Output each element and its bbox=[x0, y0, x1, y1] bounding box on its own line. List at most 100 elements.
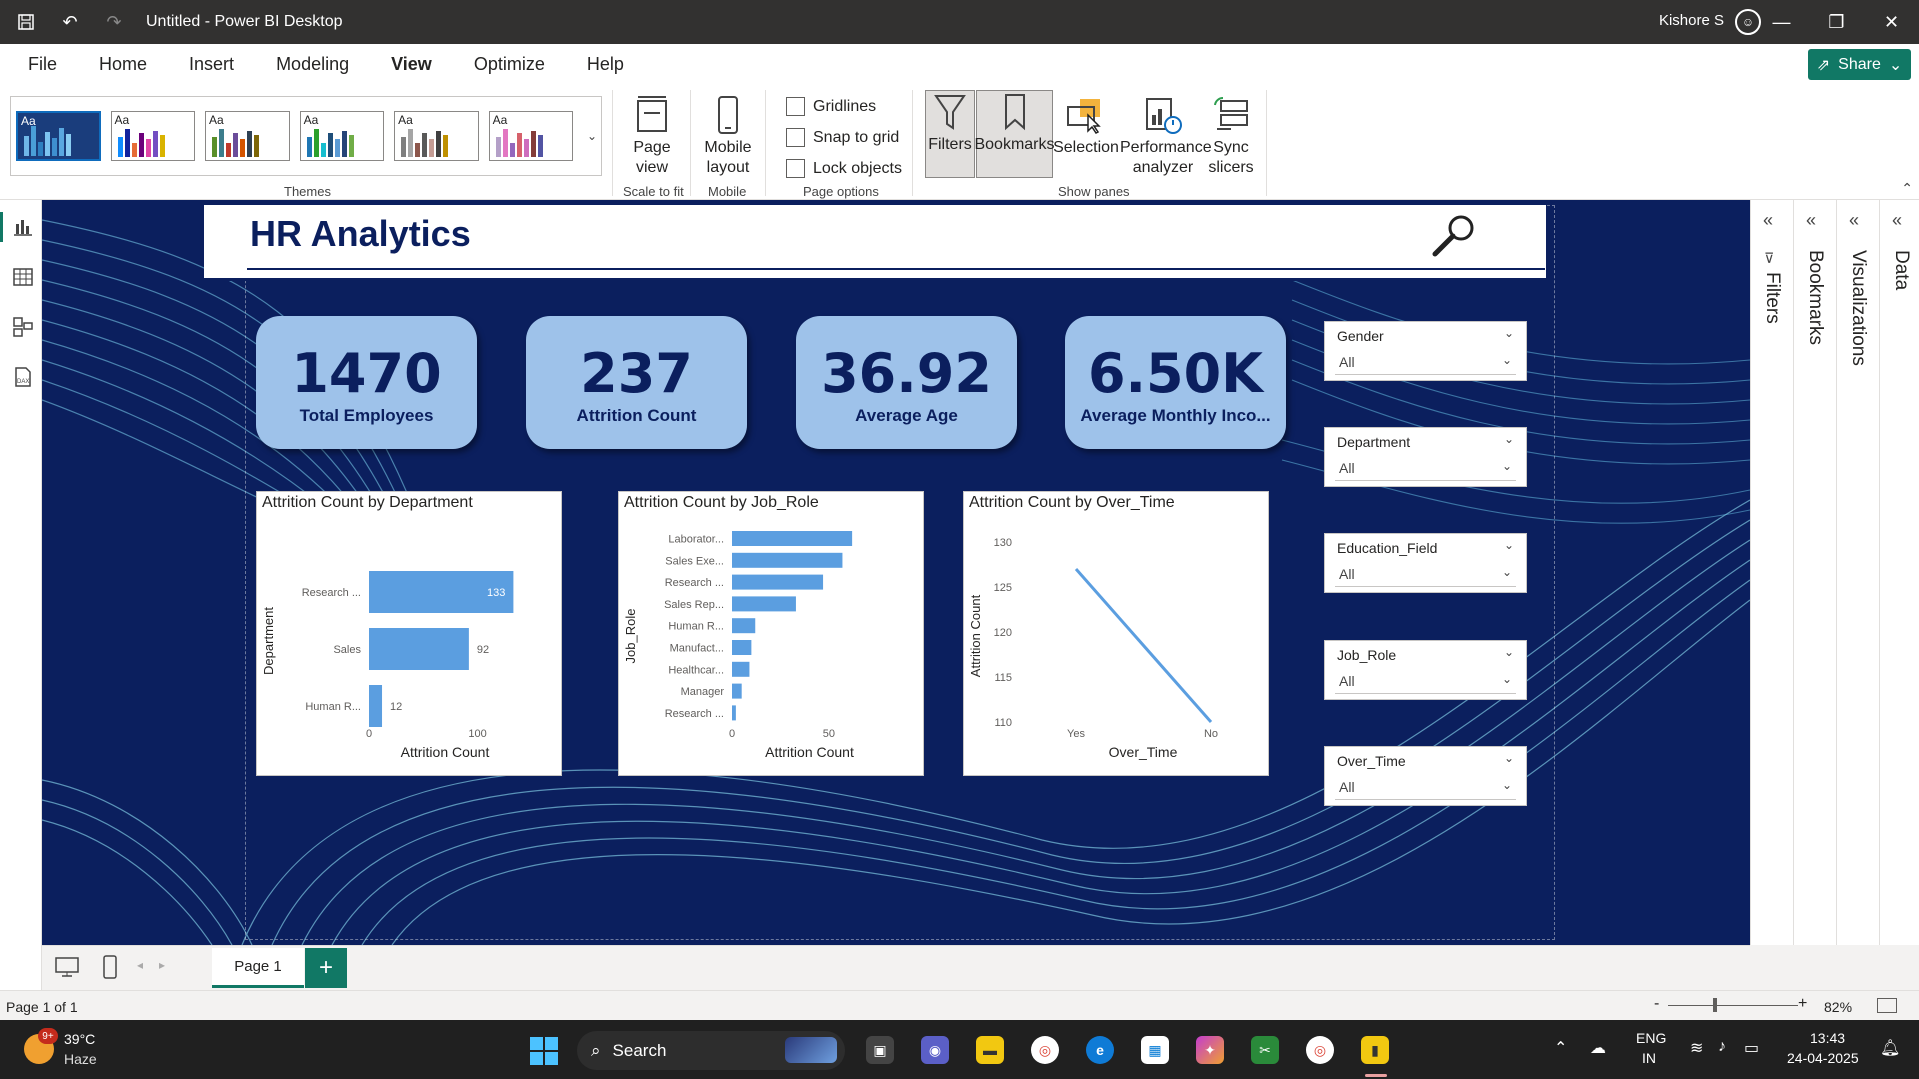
filters-pane-button[interactable]: Filters bbox=[925, 90, 975, 178]
theme-option[interactable]: Aa bbox=[299, 111, 385, 161]
zoom-out-button[interactable]: - bbox=[1654, 995, 1659, 1013]
tab-help[interactable]: Help bbox=[587, 50, 624, 79]
task-view-icon[interactable]: ▣ bbox=[866, 1036, 894, 1064]
snap-to-grid-checkbox[interactable]: Snap to grid bbox=[786, 128, 899, 147]
expand-pane-icon[interactable]: « bbox=[1892, 210, 1902, 231]
filters-pane-collapsed[interactable]: « ⊽ Filters bbox=[1750, 200, 1793, 945]
chrome-icon[interactable]: ◎ bbox=[1031, 1036, 1059, 1064]
chevron-down-icon[interactable]: ⌄ bbox=[1504, 538, 1514, 552]
bookmarks-pane-collapsed[interactable]: « Bookmarks bbox=[1793, 200, 1836, 945]
slicer-dropdown[interactable]: All ⌄ bbox=[1335, 774, 1516, 800]
theme-option[interactable]: Aa bbox=[110, 111, 196, 161]
share-button[interactable]: ⇗ Share ⌄ bbox=[1808, 49, 1911, 80]
zoom-in-button[interactable]: + bbox=[1798, 995, 1807, 1013]
chart-attrition-by-job-role[interactable]: Attrition Count by Job_Role Laborator...… bbox=[618, 491, 924, 776]
teams-chat-icon[interactable]: ◉ bbox=[921, 1036, 949, 1064]
chevron-down-icon[interactable]: ⌄ bbox=[1504, 432, 1514, 446]
power-bi-icon[interactable]: ▮ bbox=[1361, 1036, 1389, 1064]
save-icon[interactable] bbox=[8, 4, 44, 40]
desktop-layout-icon[interactable] bbox=[54, 956, 80, 983]
close-button[interactable]: ✕ bbox=[1864, 0, 1919, 44]
tab-home[interactable]: Home bbox=[99, 50, 147, 79]
slicer-job-role[interactable]: Job_Role ⌄ All ⌄ bbox=[1324, 640, 1527, 700]
windows-start-icon[interactable] bbox=[529, 1036, 559, 1071]
fit-to-page-icon[interactable] bbox=[1877, 998, 1897, 1013]
theme-option[interactable]: Aa bbox=[394, 111, 479, 161]
performance-analyzer-button[interactable]: Performance analyzer bbox=[1120, 94, 1212, 178]
page-tab-page-1[interactable]: Page 1 bbox=[212, 948, 304, 988]
expand-pane-icon[interactable]: « bbox=[1806, 210, 1816, 231]
kpi-card-average-age[interactable]: 36.92 Average Age bbox=[796, 316, 1017, 449]
snipping-tool-icon[interactable]: ✂ bbox=[1251, 1036, 1279, 1064]
language-code[interactable]: ENG bbox=[1636, 1030, 1666, 1046]
onedrive-icon[interactable]: ☁ bbox=[1590, 1038, 1606, 1058]
expand-pane-icon[interactable]: « bbox=[1763, 210, 1773, 231]
chevron-down-icon[interactable]: ⌄ bbox=[1504, 645, 1514, 659]
slicer-education-field[interactable]: Education_Field ⌄ All ⌄ bbox=[1324, 533, 1527, 593]
mobile-layout-icon[interactable] bbox=[102, 955, 118, 984]
slicer-dropdown[interactable]: All ⌄ bbox=[1335, 561, 1516, 587]
zoom-slider[interactable] bbox=[1668, 1005, 1798, 1006]
themes-dropdown-chevron-icon[interactable]: ⌄ bbox=[583, 101, 601, 171]
chart-attrition-by-over-time[interactable]: Attrition Count by Over_Time 130 125 120 11… bbox=[963, 491, 1269, 776]
model-view-icon[interactable] bbox=[12, 316, 34, 338]
slicer-over-time[interactable]: Over_Time ⌄ All ⌄ bbox=[1324, 746, 1527, 806]
chrome-profile-icon[interactable]: ◎ bbox=[1306, 1036, 1334, 1064]
copilot-icon[interactable]: ✦ bbox=[1196, 1036, 1224, 1064]
sync-slicers-button[interactable]: Sync slicers bbox=[1208, 94, 1254, 178]
minimize-button[interactable]: — bbox=[1754, 0, 1809, 44]
mobile-layout-button[interactable]: Mobile layout bbox=[700, 94, 756, 178]
bookmarks-pane-button[interactable]: Bookmarks bbox=[974, 90, 1055, 178]
dax-query-view-icon[interactable]: DAX bbox=[12, 366, 34, 388]
gridlines-checkbox[interactable]: Gridlines bbox=[786, 97, 876, 116]
redo-icon[interactable]: ↷ bbox=[96, 4, 132, 40]
clock-time[interactable]: 13:43 bbox=[1810, 1030, 1845, 1046]
wifi-icon[interactable]: ≋ bbox=[1690, 1038, 1703, 1058]
theme-option[interactable]: Aa bbox=[205, 111, 290, 161]
kpi-card-attrition-count[interactable]: 237 Attrition Count bbox=[526, 316, 747, 449]
restore-button[interactable]: ❐ bbox=[1809, 0, 1864, 44]
previous-page-icon[interactable]: ◂ bbox=[137, 958, 143, 972]
notification-bell-icon[interactable]: 🔔︎ bbox=[1880, 1038, 1900, 1058]
checkbox-box[interactable] bbox=[786, 97, 805, 116]
add-page-button[interactable]: + bbox=[305, 948, 347, 988]
checkbox-box[interactable] bbox=[786, 159, 805, 178]
show-hidden-icons[interactable]: ⌃ bbox=[1554, 1038, 1567, 1058]
file-explorer-icon[interactable]: ▬ bbox=[976, 1036, 1004, 1064]
microsoft-store-icon[interactable]: ▦ bbox=[1141, 1036, 1169, 1064]
undo-icon[interactable]: ↶ bbox=[52, 4, 88, 40]
battery-icon[interactable]: ▭ bbox=[1744, 1038, 1759, 1058]
tab-file[interactable]: File bbox=[28, 50, 57, 79]
kpi-card-total-employees[interactable]: 1470 Total Employees bbox=[256, 316, 477, 449]
chart-attrition-by-department[interactable]: Attrition Count by Department Research .… bbox=[256, 491, 562, 776]
selection-pane-button[interactable]: Selection bbox=[1053, 94, 1119, 158]
kpi-card-average-monthly-income[interactable]: 6.50K Average Monthly Inco... bbox=[1065, 316, 1286, 449]
chevron-down-icon[interactable]: ⌄ bbox=[1504, 326, 1514, 340]
slicer-department[interactable]: Department ⌄ All ⌄ bbox=[1324, 427, 1527, 487]
slicer-dropdown[interactable]: All ⌄ bbox=[1335, 349, 1516, 375]
taskbar-search[interactable]: ⌕ Search bbox=[577, 1031, 845, 1070]
slicer-gender[interactable]: Gender ⌄ All ⌄ bbox=[1324, 321, 1527, 381]
zoom-level[interactable]: 82% bbox=[1824, 999, 1852, 1015]
tab-insert[interactable]: Insert bbox=[189, 50, 234, 79]
lock-objects-checkbox[interactable]: Lock objects bbox=[786, 159, 902, 178]
volume-icon[interactable]: ♪ bbox=[1718, 1038, 1726, 1056]
theme-option[interactable]: Aa bbox=[488, 111, 574, 161]
weather-temp[interactable]: 39°C bbox=[64, 1031, 95, 1047]
chevron-down-icon[interactable]: ⌄ bbox=[1504, 751, 1514, 765]
zoom-slider-thumb[interactable] bbox=[1713, 998, 1717, 1012]
expand-pane-icon[interactable]: « bbox=[1849, 210, 1859, 231]
table-view-icon[interactable] bbox=[12, 266, 34, 288]
checkbox-box[interactable] bbox=[786, 128, 805, 147]
next-page-icon[interactable]: ▸ bbox=[159, 958, 165, 972]
tab-optimize[interactable]: Optimize bbox=[474, 50, 545, 79]
theme-option[interactable]: Aa bbox=[16, 111, 101, 161]
collapse-ribbon-icon[interactable]: ⌃ bbox=[1901, 180, 1913, 197]
edge-icon[interactable]: e bbox=[1086, 1036, 1114, 1064]
tab-view[interactable]: View bbox=[391, 50, 432, 87]
tab-modeling[interactable]: Modeling bbox=[276, 50, 349, 79]
report-view-icon[interactable] bbox=[0, 212, 34, 242]
slicer-dropdown[interactable]: All ⌄ bbox=[1335, 455, 1516, 481]
visualizations-pane-collapsed[interactable]: « Visualizations bbox=[1836, 200, 1879, 945]
data-pane-collapsed[interactable]: « Data bbox=[1879, 200, 1919, 945]
